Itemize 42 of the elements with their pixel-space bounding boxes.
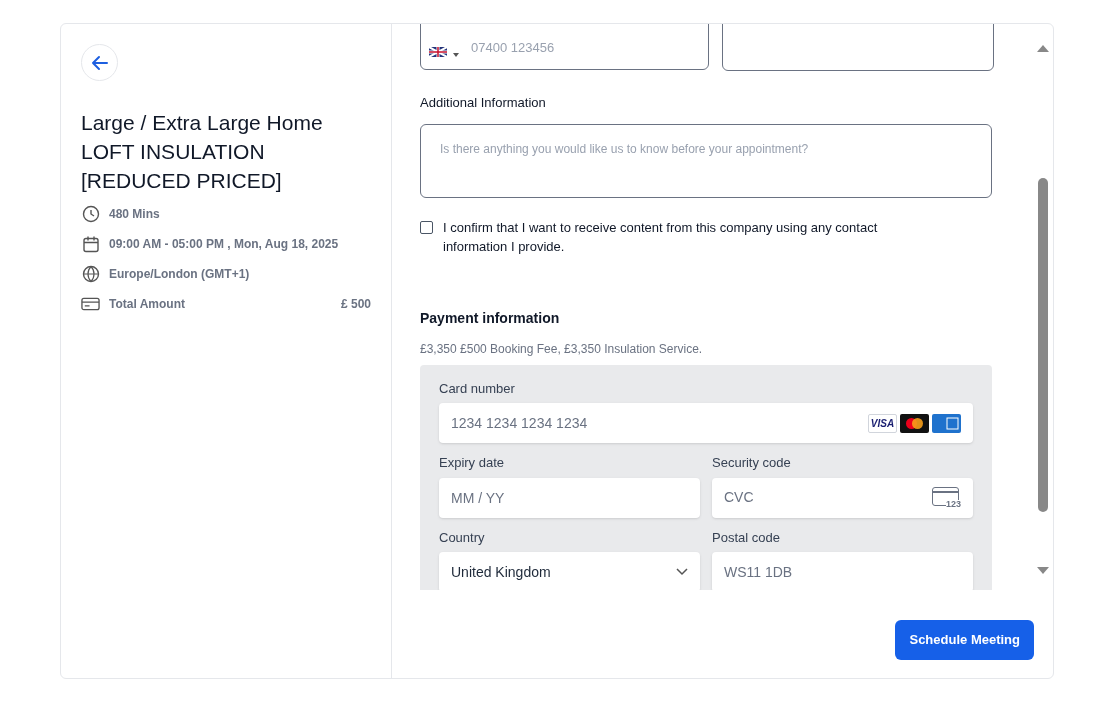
scrollbar-thumb[interactable] [1038,178,1048,512]
detail-text: Europe/London (GMT+1) [109,266,250,283]
cvc-input[interactable]: CVC [724,487,932,508]
card-number-field[interactable]: 1234 1234 1234 1234 VISA [439,403,973,443]
input-field[interactable] [721,24,994,71]
detail-text: 480 Mins [109,206,160,223]
field-label: Security code [712,454,792,472]
schedule-meeting-button[interactable]: Schedule Meeting [895,620,1034,660]
phone-input[interactable]: 07400 123456 [471,37,671,57]
visa-logo: VISA [868,413,897,433]
field-label: Card number [439,379,516,398]
consent-text: I confirm that I want to receive content from this company using any contact information I provide. [443,218,879,256]
dropdown-caret-icon [453,53,459,57]
field-label: Expiry date [439,454,506,472]
amex-logo-icon [932,413,961,433]
detail-label: Total Amount [109,296,185,313]
security-code-field[interactable]: CVC 123 [712,477,973,518]
card-number-input[interactable]: 1234 1234 1234 1234 [451,412,868,434]
scroll-down-icon[interactable] [1037,567,1049,575]
chevron-down-icon [676,568,688,576]
scroll-up-icon[interactable] [1037,44,1049,52]
cvc-card-icon: 123 [932,486,961,509]
service-title: Large / Extra Large Home LOFT INSULATION [REDUCED PRICED] [81,110,324,194]
consent-checkbox[interactable] [420,220,433,234]
expiry-date-field[interactable]: MM / YY [439,477,700,518]
credit-card-icon [81,296,100,312]
section-heading: Payment information [420,308,561,328]
field-label: Postal code [712,528,781,547]
globe-icon [81,265,100,283]
postal-code-field[interactable]: WS11 1DB [712,552,973,590]
clock-icon [81,205,100,223]
amount-value: £ 500 [340,296,371,313]
detail-text: 09:00 AM - 05:00 PM , Mon, Aug 18, 2025 [109,236,339,253]
country-select[interactable]: United Kingdom [439,552,700,590]
phone-field[interactable]: 07400 123456 [420,24,709,70]
additional-info-field[interactable]: Is there anything you would like us to know before your appointment? [420,123,992,198]
mastercard-logo-icon [900,413,929,433]
flag-icon [429,47,447,57]
field-label: Country [439,528,486,547]
field-label: Additional Information [420,94,547,112]
payment-description: £3,350 £500 Booking Fee, £3,350 Insulation Service. [420,340,704,358]
calendar-icon [81,235,100,253]
